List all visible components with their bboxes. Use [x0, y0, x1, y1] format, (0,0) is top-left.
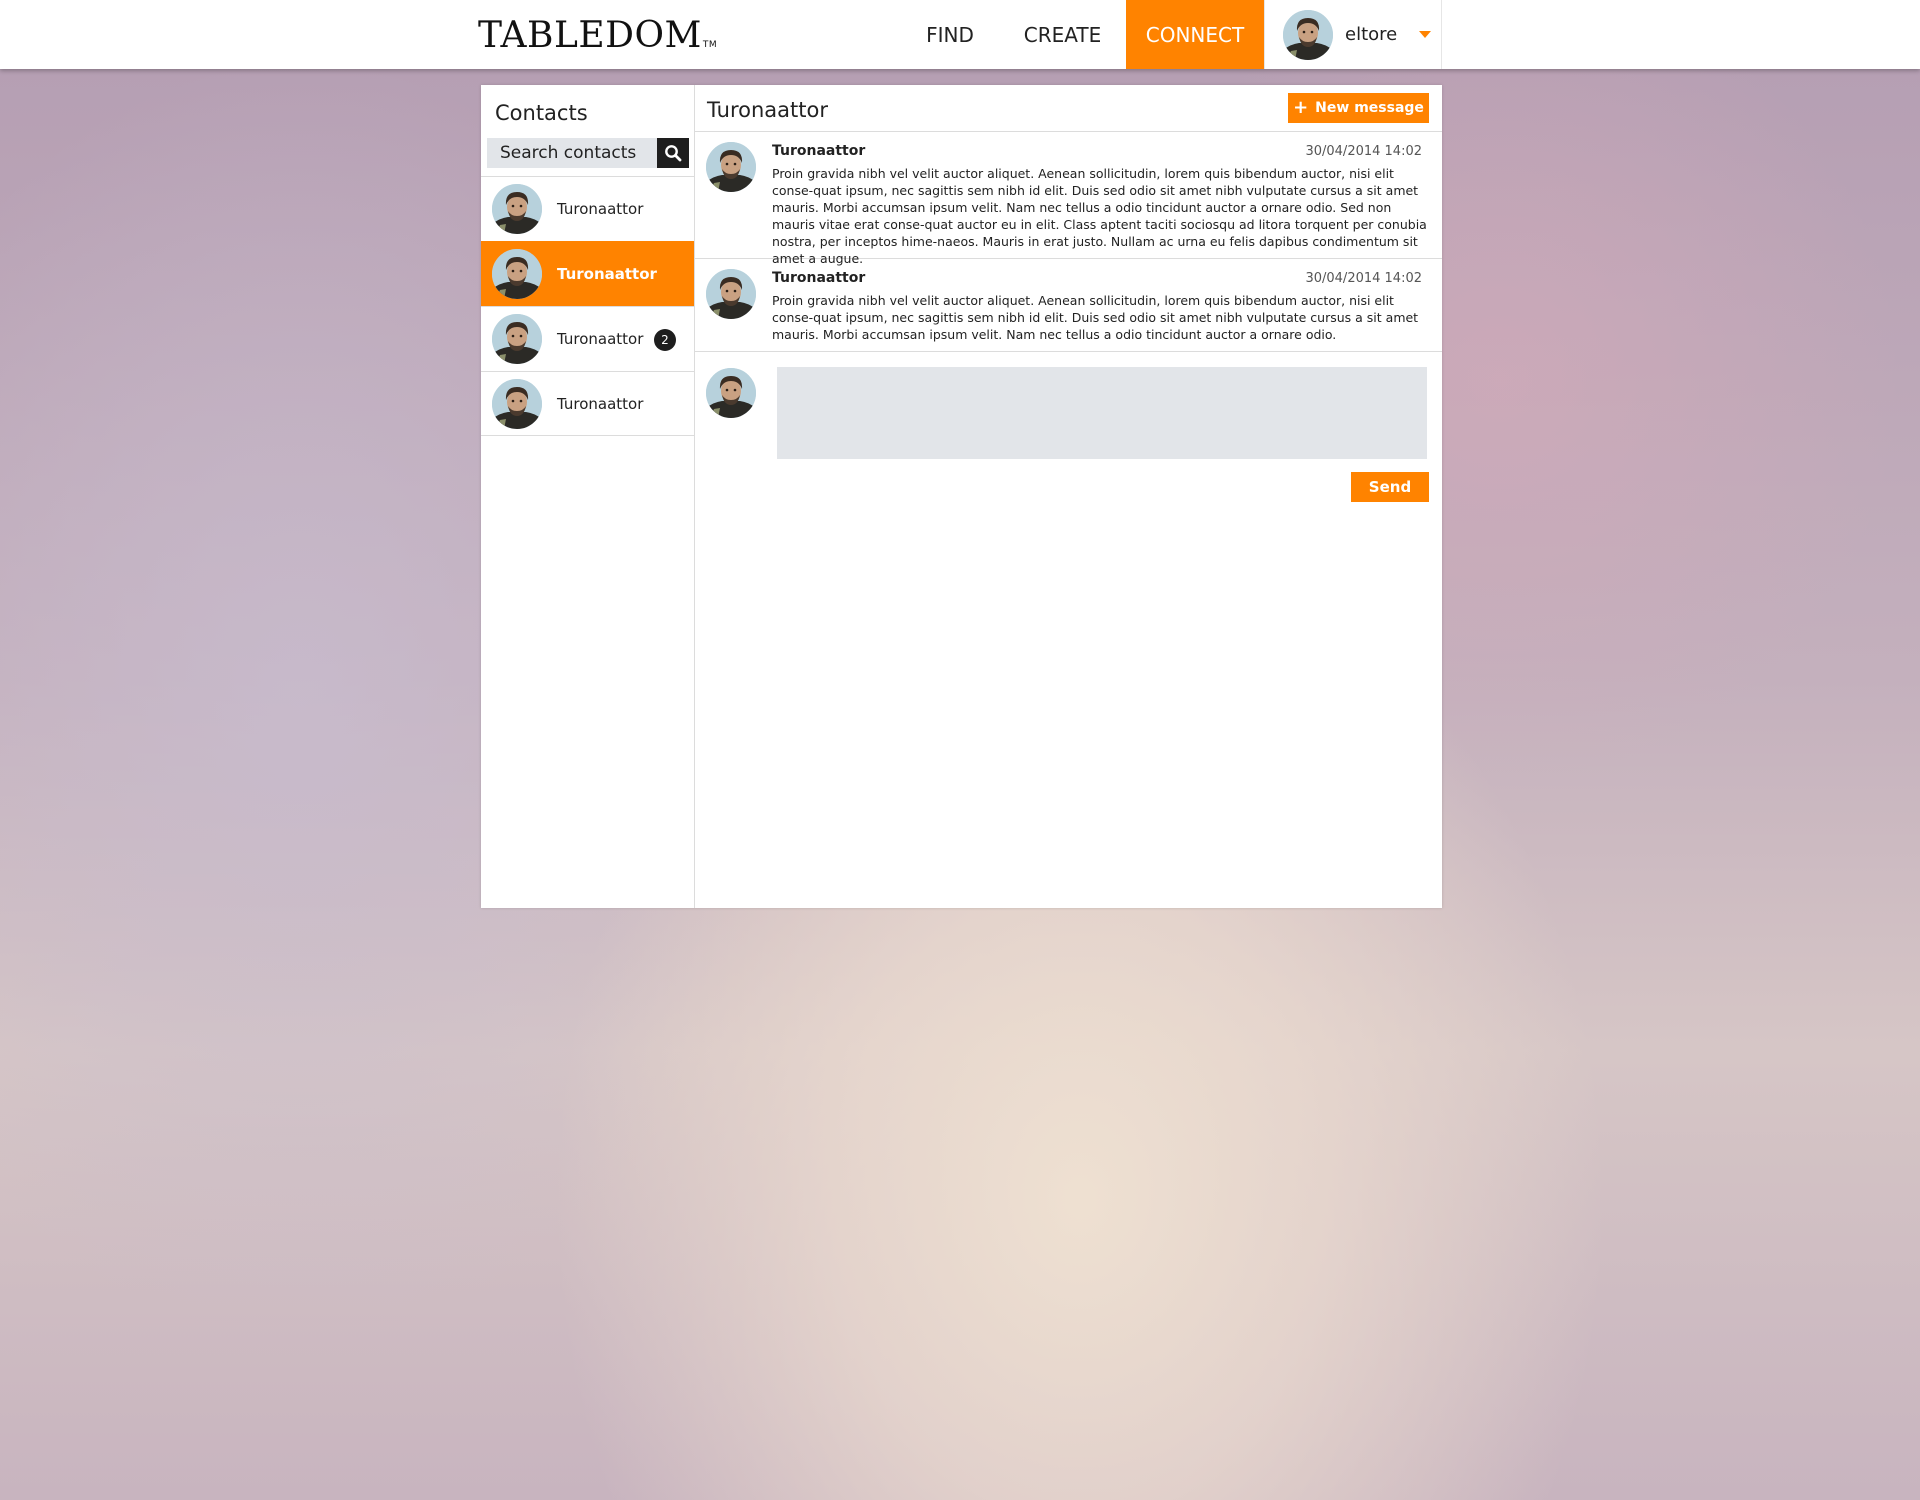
reply-textarea[interactable]: [777, 367, 1427, 459]
search-icon: [665, 145, 682, 162]
chevron-down-icon[interactable]: [1419, 31, 1432, 38]
user-avatar: [1283, 9, 1333, 60]
message-body: Proin gravida nibh vel velit auctor aliq…: [772, 293, 1419, 342]
send-button[interactable]: Send: [1351, 472, 1429, 502]
nav-find[interactable]: FIND: [905, 0, 995, 69]
message-timestamp: 30/04/2014 14:02: [1305, 144, 1422, 159]
unread-count-badge: 2: [654, 329, 676, 351]
message-item: Turonaattor 30/04/2014 14:02 Proin gravi…: [695, 259, 1442, 352]
contact-avatar: [492, 378, 542, 429]
contact-search: [487, 138, 689, 168]
search-input[interactable]: [487, 138, 657, 168]
nav-create[interactable]: CREATE: [1010, 0, 1115, 69]
contact-name: Turonaattor: [557, 394, 644, 413]
new-message-label: New message: [1315, 100, 1424, 116]
contact-avatar: [492, 184, 542, 234]
contacts-sidebar: Contacts Turonaattor Turonaattor Turon: [481, 85, 695, 908]
message-author: Turonaattor: [772, 270, 866, 286]
contact-name: Turonaattor: [557, 265, 657, 283]
new-message-button[interactable]: + New message: [1288, 93, 1429, 123]
conversation-pane: Turonaattor + New message Turonaattor 30…: [695, 85, 1442, 908]
contact-avatar: [492, 314, 542, 364]
composer-avatar: [706, 368, 756, 418]
nav-connect[interactable]: CONNECT: [1126, 0, 1264, 69]
message-avatar: [706, 269, 756, 319]
contact-item[interactable]: Turonaattor: [481, 176, 694, 241]
contact-avatar: [492, 249, 542, 299]
top-navigation: TABLEDOMTM FIND CREATE CONNECT eltore: [0, 0, 1920, 69]
contact-list: Turonaattor Turonaattor Turonaattor 2 Tu…: [481, 176, 694, 436]
message-body: Proin gravida nibh vel velit auctor aliq…: [772, 166, 1427, 266]
contact-item[interactable]: Turonaattor 2: [481, 306, 694, 371]
contact-name: Turonaattor: [557, 200, 644, 218]
tabledom-logo[interactable]: TABLEDOMTM: [478, 16, 717, 65]
conversation-title: Turonaattor: [707, 98, 828, 122]
search-button[interactable]: [657, 138, 689, 168]
messages-panel: Contacts Turonaattor Turonaattor Turon: [481, 85, 1442, 908]
user-name: eltore: [1345, 24, 1398, 45]
message-avatar: [706, 142, 756, 192]
contact-name: Turonaattor: [557, 330, 644, 348]
message-item: Turonaattor 30/04/2014 14:02 Proin gravi…: [695, 132, 1442, 266]
contact-item[interactable]: Turonaattor: [481, 371, 694, 436]
logo-text: TABLEDOM: [478, 15, 702, 56]
plus-icon: +: [1293, 97, 1309, 118]
contact-item-selected[interactable]: Turonaattor: [481, 241, 694, 306]
user-menu[interactable]: eltore: [1264, 0, 1442, 69]
message-author: Turonaattor: [772, 143, 866, 159]
message-timestamp: 30/04/2014 14:02: [1305, 271, 1422, 286]
contacts-title: Contacts: [495, 101, 588, 125]
logo-trademark: TM: [702, 40, 718, 50]
